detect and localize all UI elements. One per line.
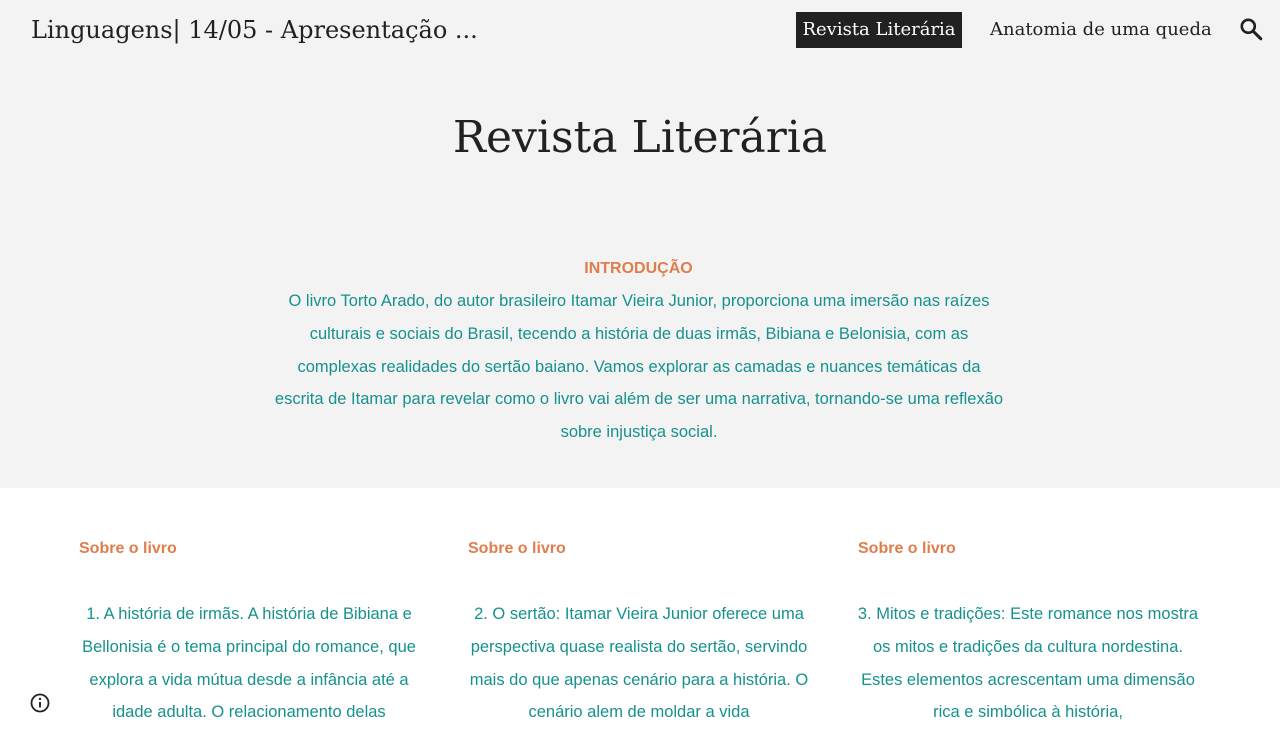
nav-item-revista-literaria[interactable]: Revista Literária <box>796 12 962 48</box>
search-icon[interactable] <box>1238 16 1264 42</box>
column-1-heading: Sobre o livro <box>79 540 177 557</box>
page-title: Revista Literária <box>452 112 828 163</box>
intro-heading: INTRODUÇÃO <box>584 260 693 277</box>
intro-paragraph: O livro Torto Arado, do autor brasileiro… <box>274 292 1004 442</box>
column-2-body: 2. O sertão: Itamar Vieira Junior oferec… <box>469 605 809 722</box>
column-1-body: 1. A história de irmãs. A história de Bi… <box>82 605 416 722</box>
nav-item-anatomia-de-uma-queda[interactable]: Anatomia de uma queda <box>990 12 1212 48</box>
info-icon[interactable] <box>29 692 51 714</box>
column-3-heading: Sobre o livro <box>858 540 956 557</box>
column-3-body: 3. Mitos e tradições: Este romance nos m… <box>857 605 1199 722</box>
column-2-heading: Sobre o livro <box>468 540 566 557</box>
site-title[interactable]: Linguagens| 14/05 - Apresentação ... <box>31 12 478 48</box>
